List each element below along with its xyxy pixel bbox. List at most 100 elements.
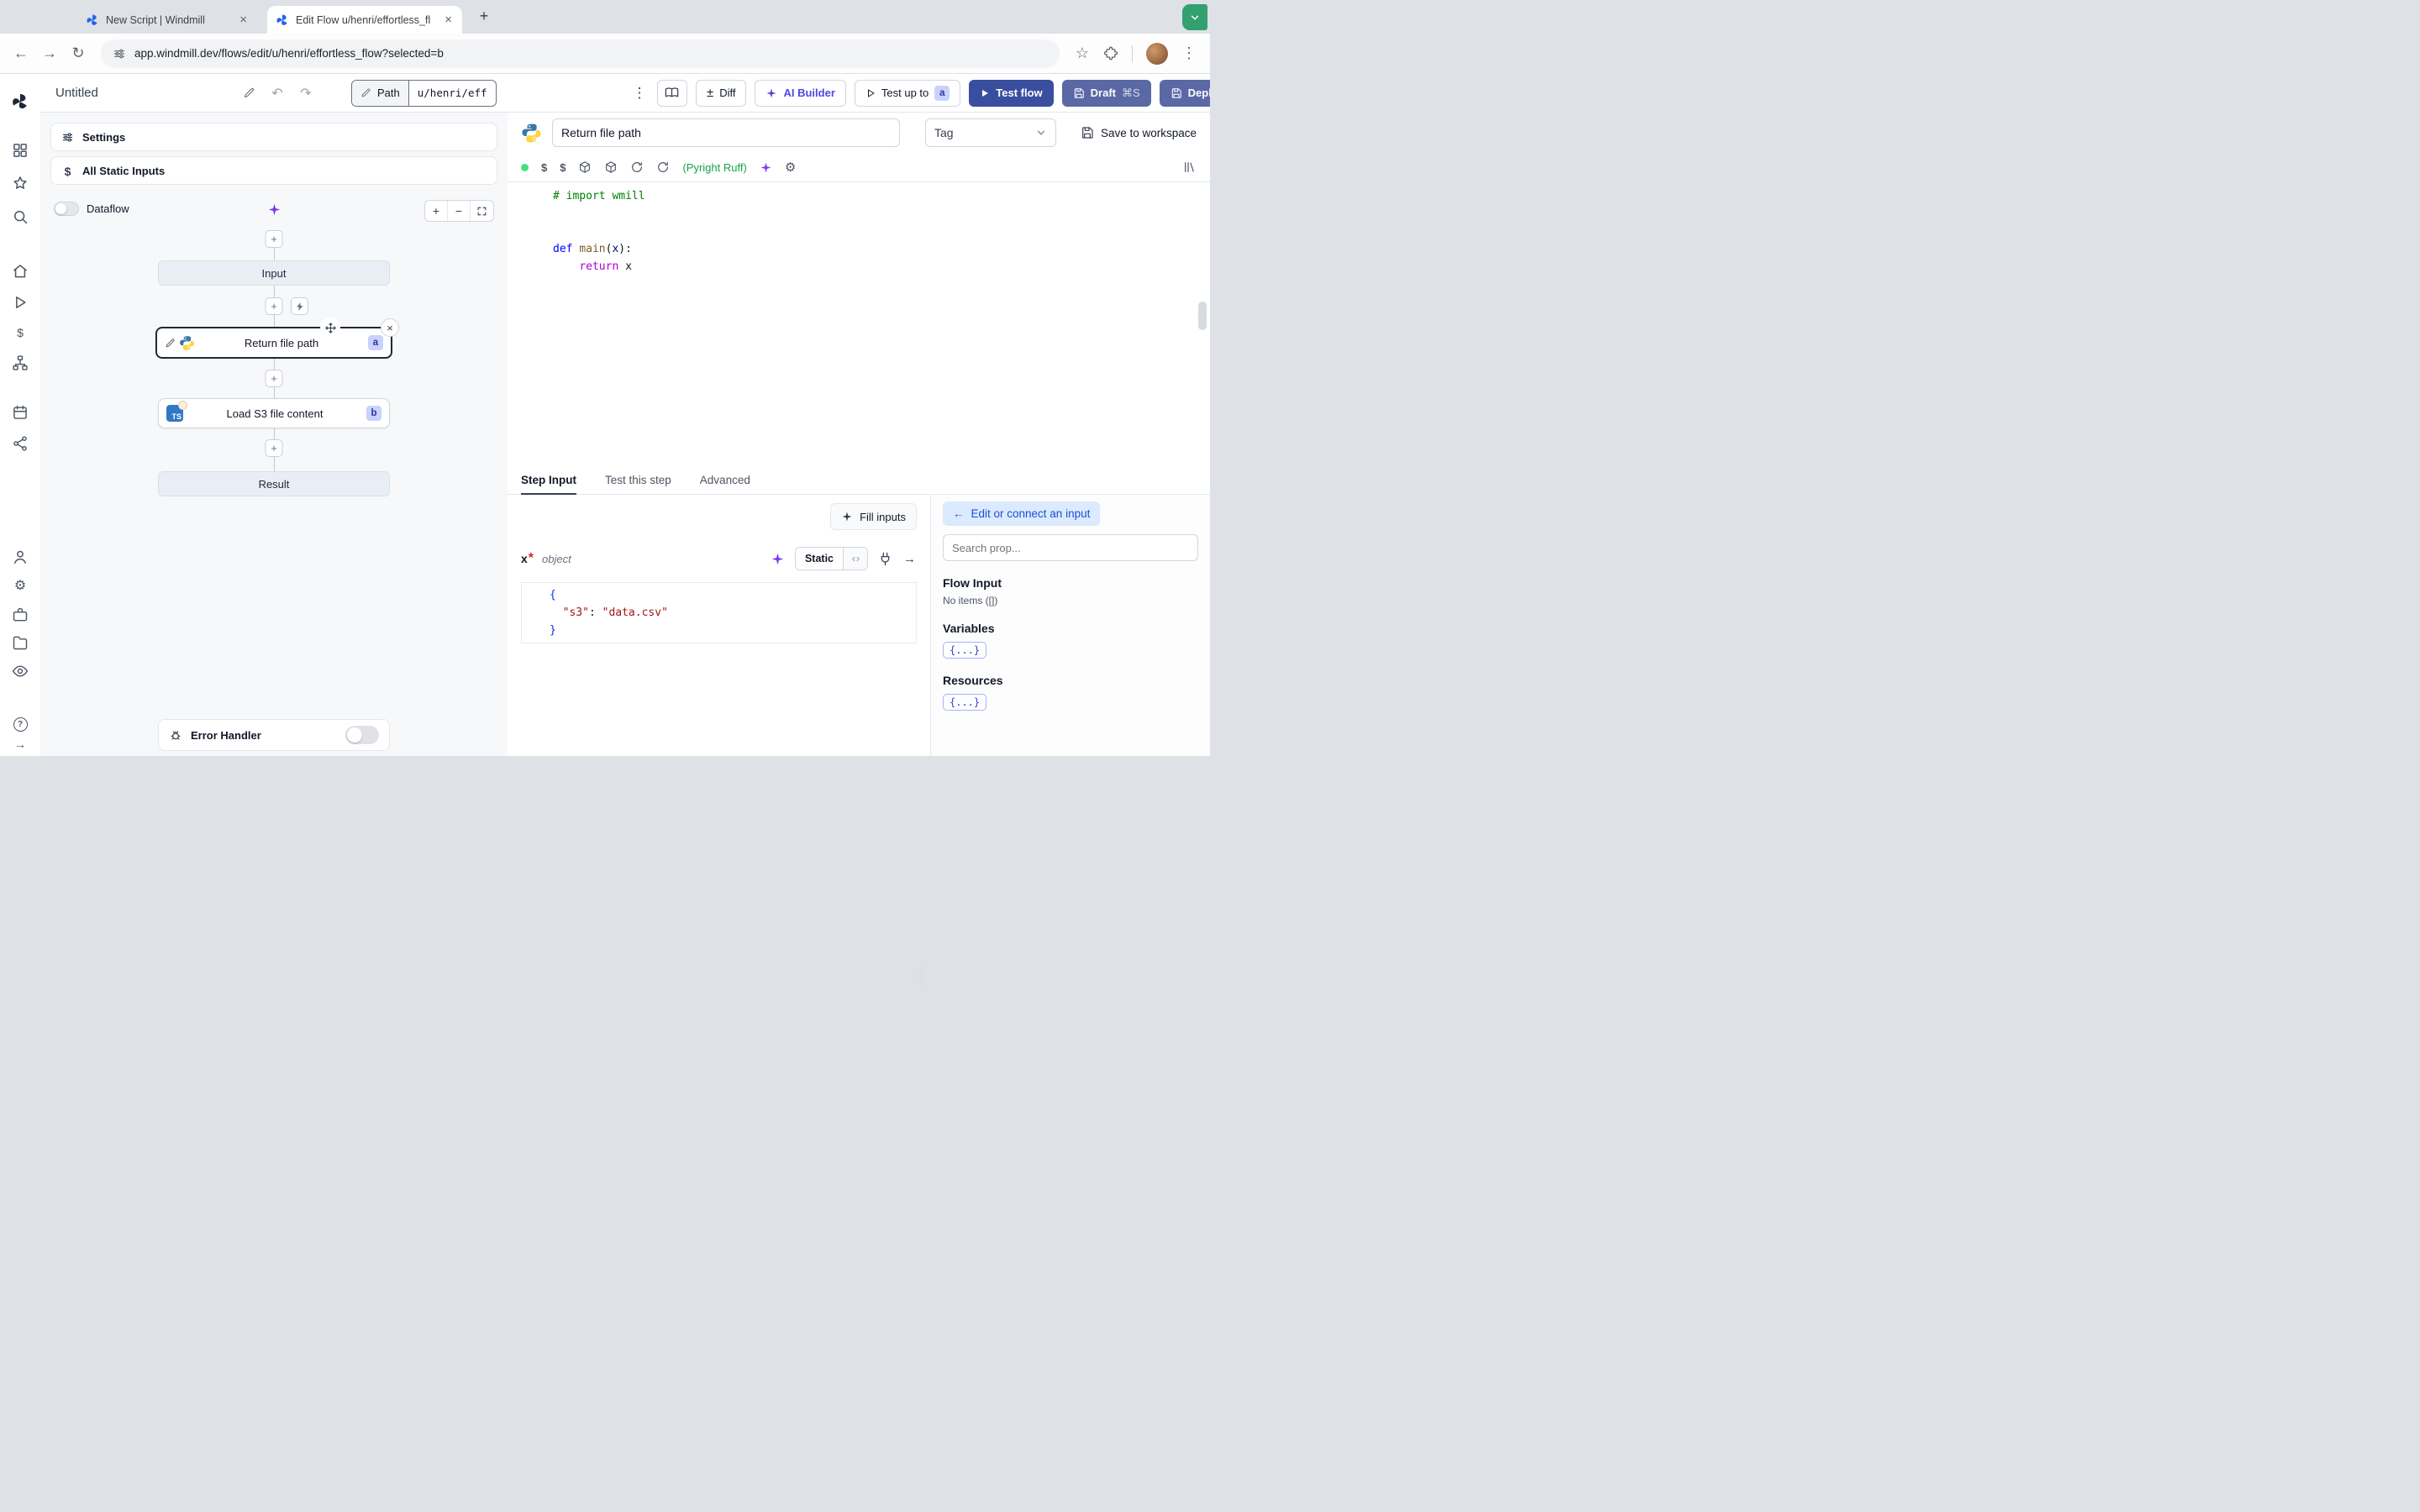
- more-options-icon[interactable]: ⋮: [630, 85, 649, 102]
- insert-step-button[interactable]: +: [265, 230, 283, 248]
- deploy-button[interactable]: Deploy: [1159, 79, 1210, 107]
- tab-advanced[interactable]: Advanced: [700, 466, 750, 494]
- insert-step-button[interactable]: +: [265, 370, 283, 387]
- save-to-workspace-button[interactable]: Save to workspace: [1081, 126, 1197, 139]
- trigger-button[interactable]: [291, 297, 308, 315]
- dataflow-toggle[interactable]: [54, 202, 79, 216]
- bookmark-star-icon[interactable]: ☆: [1070, 45, 1095, 62]
- tab-search-button[interactable]: [1182, 4, 1207, 30]
- flow-node-input[interactable]: Input: [158, 260, 390, 286]
- reload-icon[interactable]: [630, 160, 644, 174]
- test-up-to-button[interactable]: Test up to a: [854, 79, 961, 107]
- sidebar-home-icon[interactable]: [12, 263, 29, 280]
- reload-icon[interactable]: [656, 160, 670, 174]
- variables-picker-icon[interactable]: $: [541, 161, 547, 174]
- sidebar-workspace-icon[interactable]: [12, 606, 29, 623]
- package-icon[interactable]: [604, 160, 618, 174]
- sidebar-schedules-icon[interactable]: [12, 404, 29, 421]
- package-icon[interactable]: [578, 160, 592, 174]
- flow-settings-button[interactable]: Settings: [50, 123, 497, 151]
- sidebar-favorites-icon[interactable]: [12, 175, 29, 192]
- static-mode-button[interactable]: Static: [795, 548, 843, 570]
- resources-picker-icon[interactable]: $: [560, 161, 566, 174]
- code-editor[interactable]: # import wmill def main(x): return x: [508, 181, 1210, 466]
- json-scrollbar[interactable]: [918, 965, 925, 987]
- tab-close-icon[interactable]: ×: [443, 13, 454, 27]
- tab-title: New Script | Windmill: [106, 13, 205, 26]
- insert-step-button[interactable]: +: [265, 439, 283, 457]
- flow-node-result[interactable]: Result: [158, 471, 390, 496]
- sidebar-workers-icon[interactable]: [12, 435, 29, 452]
- sidebar-audit-icon[interactable]: [12, 663, 29, 680]
- sidebar-users-icon[interactable]: [12, 549, 29, 565]
- address-bar[interactable]: app.windmill.dev/flows/edit/u/henri/effo…: [101, 39, 1060, 68]
- step-name-input[interactable]: [552, 118, 900, 147]
- sidebar-resources-icon[interactable]: [12, 354, 29, 371]
- plug-icon[interactable]: [878, 552, 892, 566]
- sidebar-apps-icon[interactable]: [12, 142, 29, 159]
- flow-title[interactable]: Untitled: [55, 86, 98, 100]
- browser-tab-edit-flow[interactable]: Edit Flow u/henri/effortless_fl ×: [267, 6, 462, 34]
- search-prop-input[interactable]: [943, 534, 1198, 561]
- lint-status[interactable]: (Pyright Ruff): [682, 161, 746, 174]
- flow-node-step-a[interactable]: Return file path a ×: [155, 318, 399, 359]
- tab-close-icon[interactable]: ×: [238, 13, 249, 27]
- ai-fill-icon[interactable]: [771, 552, 785, 566]
- path-control[interactable]: Path u/henri/eff: [351, 79, 497, 107]
- edit-or-connect-button[interactable]: ← Edit or connect an input: [943, 501, 1101, 526]
- move-step-handle[interactable]: [320, 318, 340, 338]
- flow-node-step-b[interactable]: TS Load S3 file content b: [158, 398, 390, 428]
- collapse-sidebar-icon[interactable]: →: [12, 736, 29, 753]
- connect-arrow-icon[interactable]: →: [902, 552, 917, 566]
- edit-step-icon[interactable]: [165, 338, 176, 349]
- sidebar-runs-icon[interactable]: [12, 294, 29, 311]
- ai-assist-icon[interactable]: [760, 161, 772, 174]
- tab-test-this-step[interactable]: Test this step: [605, 466, 671, 494]
- browser-menu-icon[interactable]: ⋮: [1176, 45, 1202, 62]
- resources-object-chip[interactable]: {...}: [943, 694, 987, 711]
- zoom-out-button[interactable]: −: [448, 201, 471, 221]
- edit-title-icon[interactable]: [243, 87, 255, 99]
- undo-button[interactable]: ↶: [269, 85, 286, 102]
- new-tab-button[interactable]: +: [474, 8, 494, 25]
- editor-settings-icon[interactable]: ⚙: [785, 160, 796, 175]
- diff-button[interactable]: ± Diff: [695, 79, 747, 107]
- error-handler-row[interactable]: Error Handler: [158, 719, 390, 751]
- help-icon[interactable]: ?: [12, 716, 29, 732]
- arg-json-editor[interactable]: { "s3": "data.csv"}: [521, 582, 917, 643]
- sidebar-folders-icon[interactable]: [12, 634, 29, 651]
- extensions-icon[interactable]: [1103, 46, 1118, 61]
- library-icon[interactable]: [1183, 160, 1197, 174]
- site-info-icon[interactable]: [113, 47, 126, 60]
- ai-flow-button[interactable]: [263, 198, 285, 220]
- error-handler-toggle[interactable]: [345, 726, 379, 744]
- editor-scrollbar[interactable]: [1198, 302, 1207, 330]
- delete-step-button[interactable]: ×: [381, 318, 399, 337]
- expression-mode-button[interactable]: [843, 548, 867, 570]
- tab-step-input[interactable]: Step Input: [521, 466, 576, 495]
- sidebar-settings-icon[interactable]: ⚙: [12, 577, 29, 594]
- bolt-icon: [296, 302, 302, 311]
- all-static-inputs-button[interactable]: $ All Static Inputs: [50, 156, 497, 185]
- browser-tab-new-script[interactable]: New Script | Windmill ×: [77, 6, 257, 34]
- ai-builder-button[interactable]: AI Builder: [755, 79, 846, 107]
- sidebar-search-icon[interactable]: [12, 208, 29, 225]
- insert-step-button[interactable]: +: [265, 297, 283, 315]
- test-flow-button[interactable]: Test flow: [969, 79, 1054, 107]
- sidebar-variables-icon[interactable]: $: [12, 324, 29, 341]
- fill-inputs-button[interactable]: Fill inputs: [830, 503, 917, 530]
- profile-avatar[interactable]: [1146, 42, 1168, 65]
- draft-button[interactable]: Draft ⌘S: [1061, 79, 1151, 107]
- variables-object-chip[interactable]: {...}: [943, 642, 987, 659]
- docs-button[interactable]: [656, 79, 687, 107]
- fit-view-button[interactable]: [471, 201, 493, 221]
- reload-icon[interactable]: ↻: [66, 45, 91, 62]
- path-value[interactable]: u/henri/eff: [409, 81, 496, 106]
- windmill-logo-icon[interactable]: [11, 92, 29, 111]
- back-icon[interactable]: ←: [8, 45, 34, 62]
- redo-button[interactable]: ↷: [297, 85, 314, 102]
- tag-select[interactable]: Tag: [925, 118, 1056, 147]
- forward-icon[interactable]: →: [37, 45, 62, 62]
- zoom-in-button[interactable]: +: [425, 201, 448, 221]
- flow-title-wrap[interactable]: Untitled: [55, 86, 255, 100]
